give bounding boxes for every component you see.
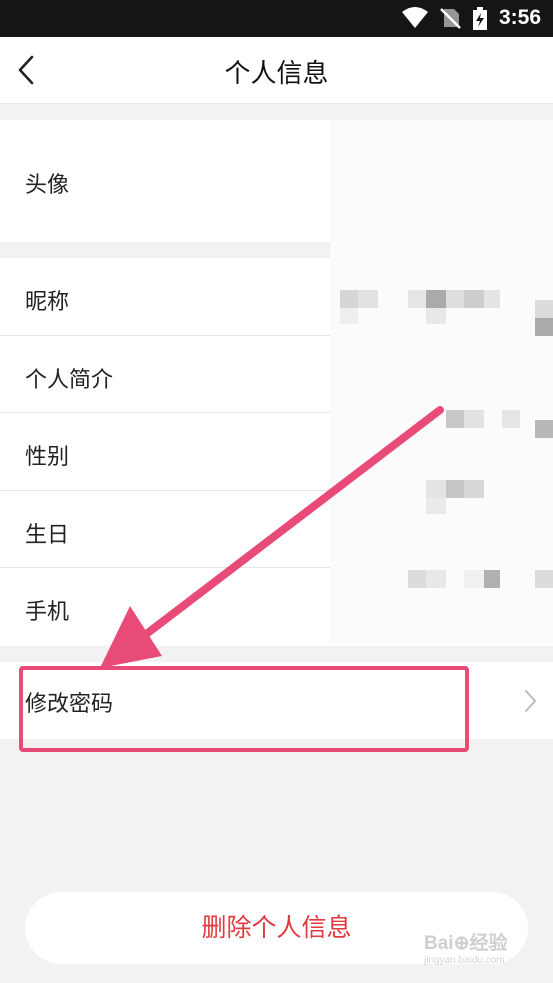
baidu-watermark-url: jingyan.baidu.com xyxy=(424,955,505,966)
no-sim-icon xyxy=(440,8,461,29)
highlight-box xyxy=(19,666,469,752)
chevron-right-icon xyxy=(525,690,536,712)
wifi-icon xyxy=(402,7,428,28)
app-header: 个人信息 xyxy=(0,37,553,104)
baidu-watermark: Bai⊕经验 xyxy=(424,933,508,954)
bio-label: 个人简介 xyxy=(25,368,114,393)
info-list: 昵称 个人简介 性别 生日 手机 xyxy=(0,120,553,646)
page-title: 个人信息 xyxy=(224,59,329,89)
battery-charging-icon xyxy=(473,7,487,30)
status-bar: 3:56 xyxy=(0,0,553,37)
nickname-label: 昵称 xyxy=(25,290,70,315)
avatar-label: 头像 xyxy=(25,173,70,198)
phone-label: 手机 xyxy=(25,600,70,625)
gender-label: 性别 xyxy=(25,445,70,470)
clock-time: 3:56 xyxy=(498,6,541,29)
birthday-label: 生日 xyxy=(25,523,70,548)
